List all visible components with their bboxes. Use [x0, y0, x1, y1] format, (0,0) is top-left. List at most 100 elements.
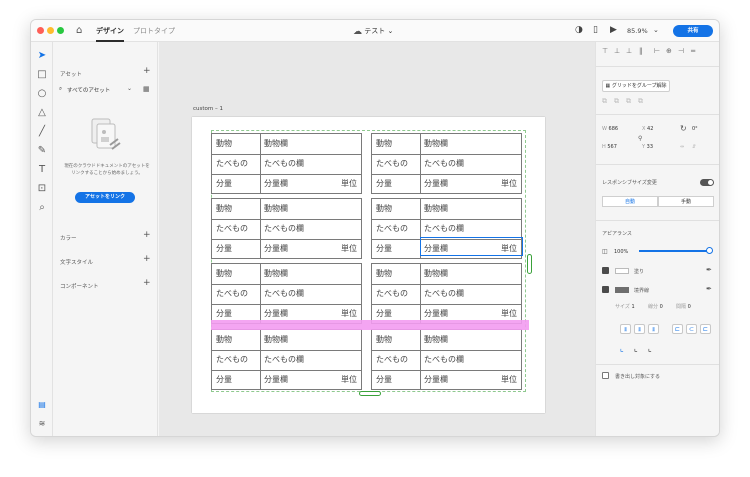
border-eyedropper-icon[interactable]: ✒	[706, 285, 712, 293]
dash-field[interactable]: 0	[660, 304, 663, 310]
grid-card[interactable]: 動物 動物欄 たべもの たべもの欄 分量 分量欄 単位	[371, 263, 522, 324]
stroke-inner-icon[interactable]: ⫫	[620, 324, 631, 334]
tab-design[interactable]: デザイン	[96, 26, 124, 42]
field-placeholder[interactable]: 分量欄	[424, 308, 448, 319]
select-tool-icon[interactable]: ➤	[36, 50, 48, 62]
home-icon[interactable]: ⌂	[76, 25, 82, 36]
fill-checkbox[interactable]	[602, 267, 609, 274]
chevron-down-icon[interactable]: ⌄	[127, 85, 132, 92]
zoom-tool-icon[interactable]: ⌕	[36, 202, 48, 214]
line-cap-round-icon[interactable]: ⊂	[686, 324, 697, 334]
gap-field[interactable]: 0	[688, 304, 691, 310]
repeat-grid-bottom-handle[interactable]	[359, 391, 381, 396]
line-cap-square-icon[interactable]: ⊏	[700, 324, 711, 334]
responsive-resize-toggle[interactable]	[700, 179, 714, 186]
x-field[interactable]: 42	[647, 126, 653, 132]
field-placeholder[interactable]: たべもの欄	[264, 288, 304, 299]
field-placeholder[interactable]: 動物欄	[424, 138, 448, 149]
field-placeholder[interactable]: 分量欄	[424, 374, 448, 385]
tab-prototype[interactable]: プロトタイプ	[133, 26, 175, 36]
repeat-grid-gap-highlight[interactable]	[211, 320, 529, 330]
artboard[interactable]: 動物 動物欄 たべもの たべもの欄 分量 分量欄 単位 動物 動物欄 たべもの たべもの欄 分量 分量欄…	[192, 117, 545, 413]
polygon-tool-icon[interactable]: △	[36, 107, 48, 119]
field-placeholder[interactable]: 分量欄	[264, 243, 288, 254]
boolean-intersect-icon[interactable]: ⧉	[626, 97, 631, 106]
search-icon[interactable]: ⌕	[59, 86, 62, 93]
fill-eyedropper-icon[interactable]: ✒	[706, 266, 712, 274]
opacity-field[interactable]: 100%	[614, 249, 628, 255]
field-placeholder[interactable]: たべもの欄	[424, 158, 464, 169]
field-placeholder[interactable]: 動物欄	[424, 203, 448, 214]
distribute-horizontal-icon[interactable]: ═	[691, 47, 695, 55]
field-placeholder[interactable]: たべもの欄	[264, 223, 304, 234]
document-title[interactable]: ☁ テスト ⌄	[353, 26, 393, 37]
lock-aspect-icon[interactable]: ⚲	[638, 135, 642, 142]
field-placeholder[interactable]: 動物欄	[424, 268, 448, 279]
repeat-grid-right-handle[interactable]	[527, 254, 532, 274]
zoom-chevron-icon[interactable]: ⌄	[653, 26, 659, 34]
field-placeholder[interactable]: 動物欄	[264, 268, 288, 279]
border-color-swatch[interactable]	[615, 287, 629, 293]
join-miter-icon[interactable]: ⌞	[620, 344, 624, 353]
add-character-style-icon[interactable]: +	[143, 254, 151, 264]
width-field[interactable]: 686	[609, 126, 619, 132]
share-button[interactable]: 共有	[673, 25, 713, 37]
flip-vertical-icon[interactable]: ⇵	[692, 144, 696, 150]
align-center-icon[interactable]: ⊕	[666, 47, 672, 55]
align-left-icon[interactable]: ⊢	[654, 47, 660, 55]
pen-tool-icon[interactable]: ✎	[36, 145, 48, 157]
add-component-icon[interactable]: +	[143, 278, 151, 288]
grid-view-icon[interactable]: ▦	[143, 85, 150, 93]
ungroup-grid-button[interactable]: ▦ グリッドをグループ解除	[602, 80, 670, 92]
artboard-tool-icon[interactable]: ⊡	[36, 183, 48, 195]
grid-card[interactable]: 動物 動物欄 たべもの たべもの欄 分量 分量欄 単位	[211, 198, 362, 259]
layers-icon[interactable]: ≋	[36, 419, 48, 431]
zoom-window-button[interactable]	[57, 27, 64, 34]
field-placeholder[interactable]: 動物欄	[264, 203, 288, 214]
join-round-icon[interactable]: ⌞	[634, 344, 638, 353]
minimize-window-button[interactable]	[47, 27, 54, 34]
distribute-vertical-icon[interactable]: ‖	[639, 47, 643, 55]
field-placeholder[interactable]: たべもの欄	[264, 354, 304, 365]
field-placeholder[interactable]: たべもの欄	[424, 354, 464, 365]
align-right-icon[interactable]: ⊣	[678, 47, 684, 55]
field-placeholder[interactable]: 分量欄	[264, 374, 288, 385]
add-asset-icon[interactable]: +	[143, 66, 151, 76]
line-tool-icon[interactable]: ╱	[36, 126, 48, 138]
user-icon[interactable]: ◑	[575, 25, 583, 35]
height-field[interactable]: 567	[607, 144, 617, 150]
zoom-level[interactable]: 85.9%	[627, 27, 648, 35]
assets-icon[interactable]: ▤	[36, 400, 48, 412]
field-placeholder[interactable]: 分量欄	[264, 178, 288, 189]
responsive-manual-button[interactable]: 手動	[658, 196, 714, 207]
field-placeholder[interactable]: 動物欄	[424, 334, 448, 345]
align-bottom-icon[interactable]: ⊥	[626, 47, 632, 55]
ellipse-tool-icon[interactable]: ○	[36, 88, 48, 100]
assets-filter-select[interactable]: すべてのアセット	[67, 86, 110, 94]
align-top-icon[interactable]: ⊤	[602, 47, 608, 55]
opacity-slider-knob[interactable]	[706, 247, 713, 254]
field-placeholder[interactable]: たべもの欄	[424, 288, 464, 299]
canvas[interactable]: custom – 1 動物 動物欄 たべもの たべもの欄 分量 分量欄 単位 動物 動物欄 たべも…	[159, 42, 595, 436]
device-preview-icon[interactable]: ▯	[593, 25, 598, 35]
grid-card[interactable]: 動物 動物欄 たべもの たべもの欄 分量 分量欄 単位	[371, 133, 522, 194]
play-icon[interactable]: ▶	[610, 25, 617, 35]
border-checkbox[interactable]	[602, 286, 609, 293]
grid-card[interactable]: 動物 動物欄 たべもの たべもの欄 分量 分量欄 単位	[371, 329, 522, 390]
boolean-exclude-icon[interactable]: ⧉	[638, 97, 643, 106]
fill-color-swatch[interactable]	[615, 268, 629, 274]
line-cap-butt-icon[interactable]: ⊏	[672, 324, 683, 334]
align-middle-icon[interactable]: ⊥	[614, 47, 620, 55]
field-placeholder[interactable]: 動物欄	[264, 138, 288, 149]
flip-horizontal-icon[interactable]: ⇹	[680, 144, 684, 150]
field-placeholder[interactable]: たべもの欄	[424, 223, 464, 234]
field-placeholder[interactable]: 分量欄	[424, 178, 448, 189]
add-color-icon[interactable]: +	[143, 230, 151, 240]
grid-card[interactable]: 動物 動物欄 たべもの たべもの欄 分量 分量欄 単位	[211, 133, 362, 194]
field-placeholder[interactable]: 分量欄	[264, 308, 288, 319]
responsive-auto-button[interactable]: 自動	[602, 196, 658, 207]
y-field[interactable]: 33	[647, 144, 653, 150]
grid-card[interactable]: 動物 動物欄 たべもの たべもの欄 分量 分量欄 単位	[211, 329, 362, 390]
link-assets-button[interactable]: アセットをリンク	[75, 192, 135, 203]
grid-card[interactable]: 動物 動物欄 たべもの たべもの欄 分量 分量欄 単位	[211, 263, 362, 324]
